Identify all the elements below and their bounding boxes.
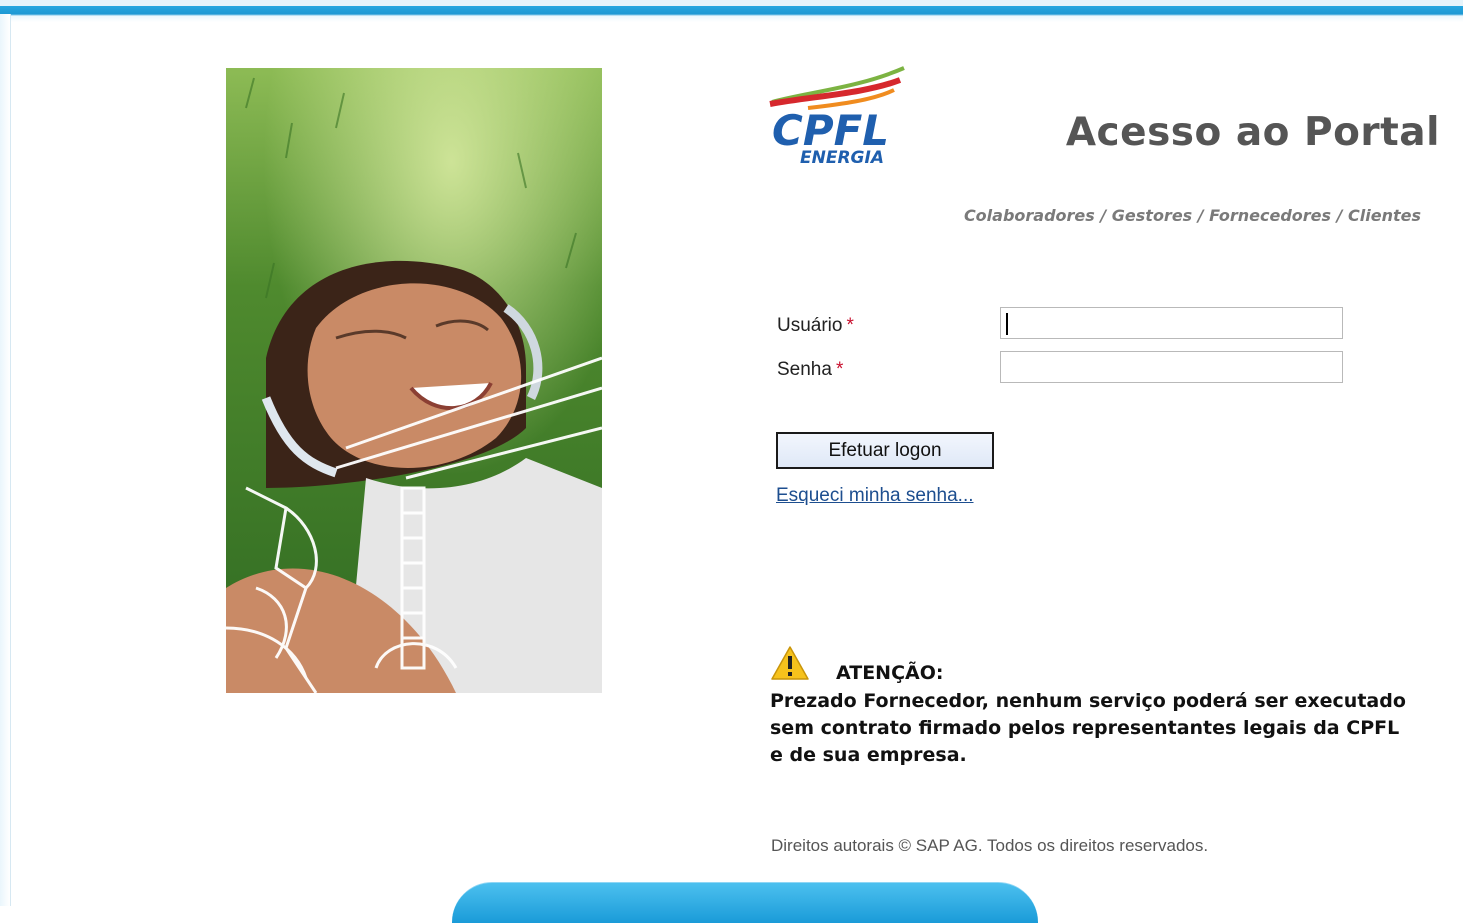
- left-frame-edge: [0, 14, 11, 906]
- page-title: Acesso ao Portal: [1065, 110, 1440, 155]
- cpfl-logo: CPFL ENERGIA: [768, 66, 913, 171]
- notice-text: Prezado Fornecedor, nenhum serviço poder…: [770, 690, 1406, 766]
- password-required-mark: *: [835, 359, 844, 380]
- username-label-text: Usuário: [777, 315, 843, 336]
- password-input[interactable]: [1000, 351, 1343, 383]
- logon-button[interactable]: Efetuar logon: [776, 432, 994, 469]
- password-label: Senha *: [777, 359, 843, 381]
- forgot-password-link[interactable]: Esqueci minha senha...: [776, 485, 974, 507]
- username-label: Usuário *: [777, 315, 854, 337]
- text-cursor: [1006, 313, 1008, 335]
- bottom-blue-tab: [452, 882, 1038, 923]
- password-label-text: Senha: [777, 359, 832, 380]
- warning-triangle-icon: [770, 645, 810, 681]
- hero-photo: [226, 68, 602, 693]
- logo-subtext: ENERGIA: [800, 148, 884, 168]
- username-required-mark: *: [846, 315, 854, 336]
- portal-audience-subtitle: Colaboradores / Gestores / Fornecedores …: [963, 206, 1421, 225]
- copyright-text: Direitos autorais © SAP AG. Todos os dir…: [771, 836, 1209, 855]
- top-blue-bar: [0, 0, 1463, 22]
- username-input[interactable]: [1000, 307, 1343, 339]
- notice-title: ATENÇÃO:: [836, 662, 944, 684]
